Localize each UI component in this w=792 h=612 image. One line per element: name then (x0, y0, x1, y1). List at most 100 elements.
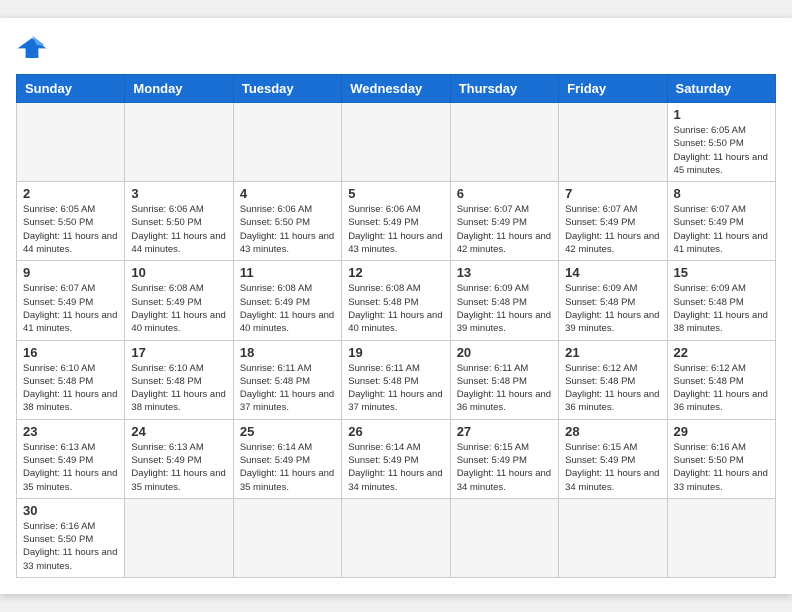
calendar-cell: 12 Sunrise: 6:08 AMSunset: 5:48 PMDayligh… (342, 261, 450, 340)
day-info: Sunrise: 6:07 AMSunset: 5:49 PMDaylight:… (457, 203, 552, 256)
day-number: 19 (348, 345, 443, 360)
calendar-cell: 16Sunrise: 6:10 AMSunset: 5:48 PMDayligh… (17, 340, 125, 419)
weekday-header-sunday: Sunday (17, 74, 125, 102)
calendar-cell: 30Sunrise: 6:16 AMSunset: 5:50 PMDayligh… (17, 498, 125, 577)
calendar-cell: 28 Sunrise: 6:15 AMSunset: 5:49 PMDayligh… (559, 419, 667, 498)
calendar-cell (667, 498, 775, 577)
day-number: 18 (240, 345, 335, 360)
day-number: 5 (348, 186, 443, 201)
calendar-cell (233, 102, 341, 181)
day-number: 28 (565, 424, 660, 439)
calendar-cell: 6 Sunrise: 6:07 AMSunset: 5:49 PMDaylight… (450, 182, 558, 261)
week-row-2: 9 Sunrise: 6:07 AMSunset: 5:49 PMDaylight… (17, 261, 776, 340)
day-info: Sunrise: 6:10 AMSunset: 5:48 PMDaylight:… (23, 362, 118, 415)
calendar-cell (342, 102, 450, 181)
day-number: 2 (23, 186, 118, 201)
day-number: 13 (457, 265, 552, 280)
calendar-cell: 19 Sunrise: 6:11 AMSunset: 5:48 PMDayligh… (342, 340, 450, 419)
calendar-cell: 2 Sunrise: 6:05 AMSunset: 5:50 PMDaylight… (17, 182, 125, 261)
calendar-cell (559, 102, 667, 181)
day-info: Sunrise: 6:13 AMSunset: 5:49 PMDaylight:… (23, 441, 118, 494)
day-info: Sunrise: 6:09 AMSunset: 5:48 PMDaylight:… (565, 282, 660, 335)
calendar-cell: 11 Sunrise: 6:08 AMSunset: 5:49 PMDayligh… (233, 261, 341, 340)
logo (16, 34, 52, 62)
calendar-cell: 23 Sunrise: 6:13 AMSunset: 5:49 PMDayligh… (17, 419, 125, 498)
week-row-3: 16Sunrise: 6:10 AMSunset: 5:48 PMDayligh… (17, 340, 776, 419)
day-info: Sunrise: 6:09 AMSunset: 5:48 PMDaylight:… (674, 282, 769, 335)
day-info: Sunrise: 6:12 AMSunset: 5:48 PMDaylight:… (674, 362, 769, 415)
day-info: Sunrise: 6:12 AMSunset: 5:48 PMDaylight:… (565, 362, 660, 415)
day-number: 21 (565, 345, 660, 360)
week-row-0: 1Sunrise: 6:05 AMSunset: 5:50 PMDaylight… (17, 102, 776, 181)
calendar-cell: 21 Sunrise: 6:12 AMSunset: 5:48 PMDayligh… (559, 340, 667, 419)
calendar-cell: 20 Sunrise: 6:11 AMSunset: 5:48 PMDayligh… (450, 340, 558, 419)
day-number: 20 (457, 345, 552, 360)
calendar-cell: 25 Sunrise: 6:14 AMSunset: 5:49 PMDayligh… (233, 419, 341, 498)
day-info: Sunrise: 6:06 AMSunset: 5:49 PMDaylight:… (348, 203, 443, 256)
day-info: Sunrise: 6:15 AMSunset: 5:49 PMDaylight:… (457, 441, 552, 494)
day-number: 26 (348, 424, 443, 439)
calendar-cell (450, 102, 558, 181)
calendar-cell: 27Sunrise: 6:15 AMSunset: 5:49 PMDayligh… (450, 419, 558, 498)
calendar-cell: 24Sunrise: 6:13 AMSunset: 5:49 PMDayligh… (125, 419, 233, 498)
calendar-cell (17, 102, 125, 181)
week-row-4: 23 Sunrise: 6:13 AMSunset: 5:49 PMDayligh… (17, 419, 776, 498)
day-number: 17 (131, 345, 226, 360)
day-number: 7 (565, 186, 660, 201)
week-row-5: 30Sunrise: 6:16 AMSunset: 5:50 PMDayligh… (17, 498, 776, 577)
day-number: 3 (131, 186, 226, 201)
calendar-table: SundayMondayTuesdayWednesdayThursdayFrid… (16, 74, 776, 578)
day-info: Sunrise: 6:14 AMSunset: 5:49 PMDaylight:… (348, 441, 443, 494)
calendar-cell: 3 Sunrise: 6:06 AMSunset: 5:50 PMDaylight… (125, 182, 233, 261)
day-info: Sunrise: 6:06 AMSunset: 5:50 PMDaylight:… (131, 203, 226, 256)
day-info: Sunrise: 6:11 AMSunset: 5:48 PMDaylight:… (457, 362, 552, 415)
day-info: Sunrise: 6:08 AMSunset: 5:49 PMDaylight:… (131, 282, 226, 335)
calendar-cell: 9 Sunrise: 6:07 AMSunset: 5:49 PMDaylight… (17, 261, 125, 340)
day-number: 11 (240, 265, 335, 280)
day-number: 9 (23, 265, 118, 280)
header (16, 34, 776, 62)
calendar-cell (450, 498, 558, 577)
weekday-header-wednesday: Wednesday (342, 74, 450, 102)
weekday-header-friday: Friday (559, 74, 667, 102)
day-number: 29 (674, 424, 769, 439)
day-info: Sunrise: 6:14 AMSunset: 5:49 PMDaylight:… (240, 441, 335, 494)
calendar-cell: 22Sunrise: 6:12 AMSunset: 5:48 PMDayligh… (667, 340, 775, 419)
day-info: Sunrise: 6:09 AMSunset: 5:48 PMDaylight:… (457, 282, 552, 335)
day-number: 6 (457, 186, 552, 201)
day-number: 12 (348, 265, 443, 280)
day-info: Sunrise: 6:16 AMSunset: 5:50 PMDaylight:… (23, 520, 118, 573)
day-info: Sunrise: 6:08 AMSunset: 5:49 PMDaylight:… (240, 282, 335, 335)
weekday-header-row: SundayMondayTuesdayWednesdayThursdayFrid… (17, 74, 776, 102)
day-info: Sunrise: 6:06 AMSunset: 5:50 PMDaylight:… (240, 203, 335, 256)
day-info: Sunrise: 6:11 AMSunset: 5:48 PMDaylight:… (240, 362, 335, 415)
weekday-header-saturday: Saturday (667, 74, 775, 102)
calendar-cell: 4 Sunrise: 6:06 AMSunset: 5:50 PMDaylight… (233, 182, 341, 261)
day-info: Sunrise: 6:07 AMSunset: 5:49 PMDaylight:… (23, 282, 118, 335)
calendar-cell: 5 Sunrise: 6:06 AMSunset: 5:49 PMDaylight… (342, 182, 450, 261)
calendar-cell (342, 498, 450, 577)
day-number: 23 (23, 424, 118, 439)
calendar-cell: 8Sunrise: 6:07 AMSunset: 5:49 PMDaylight… (667, 182, 775, 261)
calendar-cell: 14Sunrise: 6:09 AMSunset: 5:48 PMDayligh… (559, 261, 667, 340)
day-info: Sunrise: 6:05 AMSunset: 5:50 PMDaylight:… (674, 124, 769, 177)
day-info: Sunrise: 6:11 AMSunset: 5:48 PMDaylight:… (348, 362, 443, 415)
day-number: 8 (674, 186, 769, 201)
calendar-cell: 26 Sunrise: 6:14 AMSunset: 5:49 PMDayligh… (342, 419, 450, 498)
calendar-cell: 17 Sunrise: 6:10 AMSunset: 5:48 PMDayligh… (125, 340, 233, 419)
weekday-header-thursday: Thursday (450, 74, 558, 102)
day-info: Sunrise: 6:10 AMSunset: 5:48 PMDaylight:… (131, 362, 226, 415)
day-number: 10 (131, 265, 226, 280)
weekday-header-tuesday: Tuesday (233, 74, 341, 102)
calendar-cell (233, 498, 341, 577)
day-info: Sunrise: 6:15 AMSunset: 5:49 PMDaylight:… (565, 441, 660, 494)
calendar-cell: 13 Sunrise: 6:09 AMSunset: 5:48 PMDayligh… (450, 261, 558, 340)
calendar-cell: 7 Sunrise: 6:07 AMSunset: 5:49 PMDaylight… (559, 182, 667, 261)
day-info: Sunrise: 6:08 AMSunset: 5:48 PMDaylight:… (348, 282, 443, 335)
calendar-cell: 29Sunrise: 6:16 AMSunset: 5:50 PMDayligh… (667, 419, 775, 498)
day-number: 4 (240, 186, 335, 201)
day-info: Sunrise: 6:07 AMSunset: 5:49 PMDaylight:… (565, 203, 660, 256)
day-info: Sunrise: 6:05 AMSunset: 5:50 PMDaylight:… (23, 203, 118, 256)
day-number: 25 (240, 424, 335, 439)
day-number: 24 (131, 424, 226, 439)
